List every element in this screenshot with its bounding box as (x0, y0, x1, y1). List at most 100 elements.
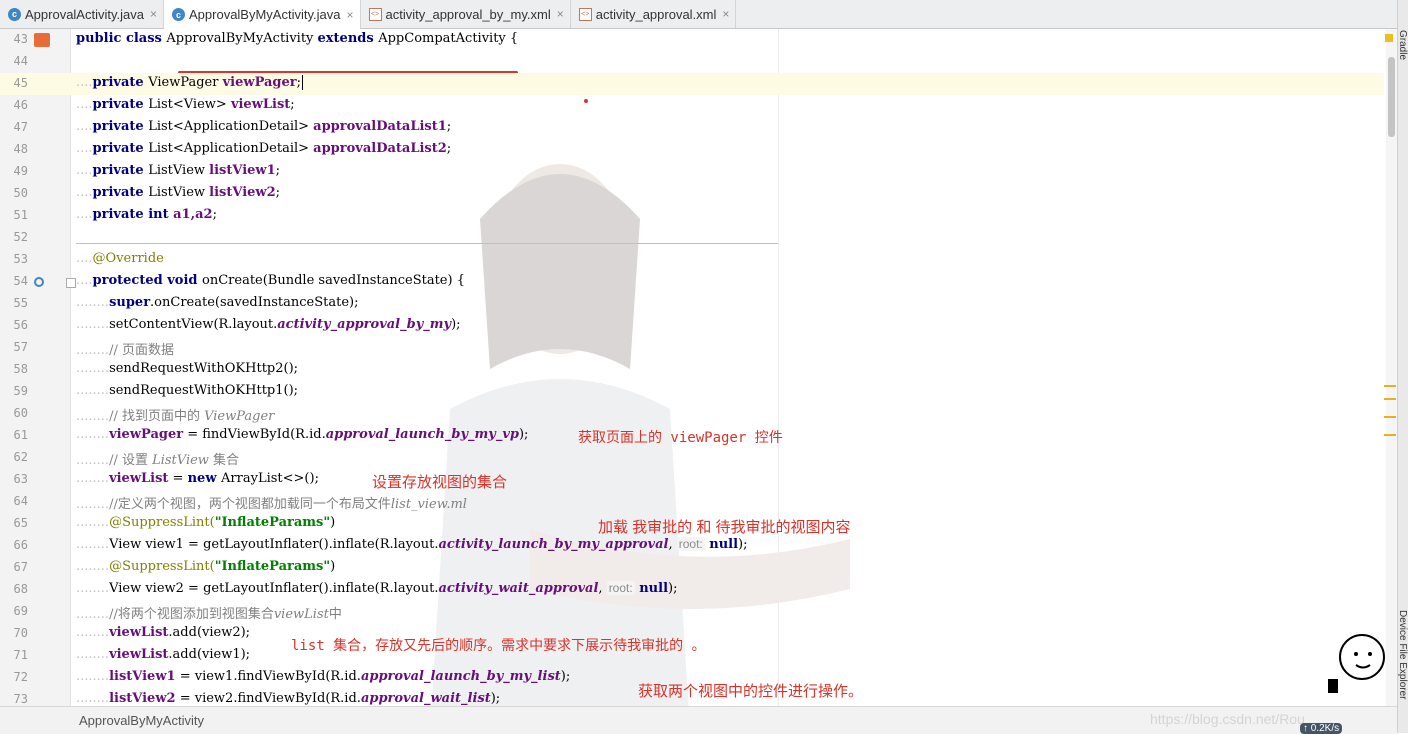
override-gutter-icon[interactable] (34, 277, 44, 287)
editor-tab-bar: c ApprovalActivity.java × c ApprovalByMy… (0, 0, 1398, 29)
code-text: ........@SuppressLint("InflateParams") (76, 559, 336, 574)
line-number: 54 (13, 274, 28, 288)
line-number: 55 (13, 296, 28, 310)
code-line: 50 ....private ListView listView2; (0, 183, 1384, 205)
code-line: 63 ........viewList = new ArrayList<>(); (0, 469, 1384, 491)
code-text: ....private List<View> viewList; (76, 97, 295, 112)
fold-arrow-icon[interactable] (66, 278, 76, 288)
code-text: ....private ListView listView1; (76, 163, 281, 178)
tab-activity-approval-xml[interactable]: <> activity_approval.xml × (571, 0, 737, 28)
code-line: 53 ....@Override (0, 249, 1384, 271)
line-number: 70 (13, 626, 28, 640)
code-text: ........viewList = new ArrayList<>(); (76, 471, 319, 486)
code-text: ........@SuppressLint("InflateParams") (76, 515, 336, 530)
code-line: 60 ........// 找到页面中的 ViewPager (0, 403, 1384, 425)
code-text: ........setContentView(R.layout.activity… (76, 317, 461, 332)
scrollbar-thumb[interactable] (1388, 57, 1395, 137)
line-number: 67 (13, 560, 28, 574)
class-icon: c (172, 8, 185, 21)
parameter-hint: root: (676, 537, 705, 551)
line-number: 43 (13, 32, 28, 46)
code-line: 52 (0, 227, 1384, 249)
line-number: 48 (13, 142, 28, 156)
class-icon: c (8, 7, 21, 21)
red-dot-mark (584, 99, 588, 103)
code-text: ........sendRequestWithOKHttp1(); (76, 383, 299, 398)
code-text: ........viewList.add(view2); (76, 625, 251, 640)
code-text: ....protected void onCreate(Bundle saved… (76, 273, 465, 288)
tab-approval-activity[interactable]: c ApprovalActivity.java × (0, 0, 164, 28)
line-number: 71 (13, 648, 28, 662)
code-text: ........sendRequestWithOKHttp2(); (76, 361, 299, 376)
line-number: 60 (13, 406, 28, 420)
code-text: ....private ListView listView2; (76, 185, 281, 200)
code-line: 67 ........@SuppressLint("InflateParams"… (0, 557, 1384, 579)
code-line: 43 public class ApprovalByMyActivity ext… (0, 29, 1384, 51)
code-text: ........View view2 = getLayoutInflater()… (76, 581, 678, 596)
scroll-marker[interactable] (1384, 434, 1396, 436)
scroll-marker[interactable] (1384, 385, 1396, 387)
gradle-panel-button[interactable]: Gradle (1397, 30, 1408, 60)
code-editor[interactable]: 43 public class ApprovalByMyActivity ext… (0, 29, 1397, 706)
scroll-marker[interactable] (1384, 416, 1396, 418)
editor-breadcrumb-bar: ApprovalByMyActivity https://blog.csdn.n… (0, 706, 1397, 734)
code-line: 51 ....private int a1,a2; (0, 205, 1384, 227)
device-file-explorer-button[interactable]: Device File Explorer (1397, 610, 1408, 699)
line-number: 61 (13, 428, 28, 442)
annotation-get-controls: 获取两个视图中的控件进行操作。 (638, 683, 864, 700)
right-tool-stripe: Gradle Device File Explorer (1397, 0, 1408, 733)
line-number: 69 (13, 604, 28, 618)
tab-label: activity_approval.xml (595, 6, 717, 22)
line-number: 46 (13, 98, 28, 112)
tab-label: ApprovalByMyActivity.java (189, 7, 341, 22)
tab-label: ApprovalActivity.java (25, 6, 144, 22)
tab-activity-approval-by-my-xml[interactable]: <> activity_approval_by_my.xml × (361, 0, 571, 28)
annotation-list-order: list 集合，存放又先后的顺序。需求中要求下展示待我审批的 。 (291, 638, 706, 654)
code-line: 46 ....private List<View> viewList; (0, 95, 1384, 117)
code-text: ........listView2 = view2.findViewById(R… (76, 691, 501, 706)
xml-icon: <> (368, 7, 382, 21)
line-number: 56 (13, 318, 28, 332)
line-number: 47 (13, 120, 28, 134)
code-line: 58 ........sendRequestWithOKHttp2(); (0, 359, 1384, 381)
code-text: ....@Override (76, 251, 164, 266)
inspection-status-icon[interactable] (1385, 34, 1393, 42)
close-icon[interactable]: × (346, 8, 353, 22)
watermark-text: https://blog.csdn.net/Rou (1150, 711, 1305, 727)
line-number: 73 (13, 692, 28, 706)
code-text: ........// 找到页面中的 ViewPager (76, 409, 275, 424)
line-number: 65 (13, 516, 28, 530)
code-line: 59 ........sendRequestWithOKHttp1(); (0, 381, 1384, 403)
line-number: 57 (13, 340, 28, 354)
tab-label: activity_approval_by_my.xml (385, 6, 551, 22)
code-text: ........super.onCreate(savedInstanceStat… (76, 295, 359, 310)
code-line: 48 ....private List<ApplicationDetail> a… (0, 139, 1384, 161)
vertical-scrollbar[interactable] (1386, 29, 1397, 706)
line-number: 53 (13, 252, 28, 266)
line-number: 44 (13, 54, 28, 68)
code-text: ........listView1 = view1.findViewById(R… (76, 669, 571, 684)
code-line: 57 ........// 页面数据 (0, 337, 1384, 359)
code-line: 54 ....protected void onCreate(Bundle sa… (0, 271, 1384, 293)
breadcrumb[interactable]: ApprovalByMyActivity (79, 713, 204, 728)
code-line: 64 ........//定义两个视图，两个视图都加载同一个布局文件list_v… (0, 491, 1384, 513)
close-icon[interactable]: × (722, 7, 729, 21)
code-line: 68 ........View view2 = getLayoutInflate… (0, 579, 1384, 601)
code-line-current: 45 ....private ViewPager viewPager; (0, 73, 1384, 95)
code-line: 56 ........setContentView(R.layout.activ… (0, 315, 1384, 337)
xml-icon: <> (578, 7, 592, 21)
code-text: ....private List<ApplicationDetail> appr… (76, 141, 452, 156)
line-number: 58 (13, 362, 28, 376)
scroll-marker[interactable] (1384, 398, 1396, 400)
code-text: ....private int a1,a2; (76, 207, 217, 222)
annotation-view-collection: 设置存放视图的集合 (372, 474, 508, 491)
cartoon-face-sticker (1328, 634, 1385, 693)
close-icon[interactable]: × (150, 7, 157, 21)
class-gutter-icon (34, 33, 50, 47)
code-text: ........//将两个视图添加到视图集合viewList中 (76, 607, 342, 622)
tab-approval-by-my-activity[interactable]: c ApprovalByMyActivity.java × (164, 0, 361, 29)
line-number: 45 (13, 76, 28, 90)
line-number: 50 (13, 186, 28, 200)
close-icon[interactable]: × (557, 7, 564, 21)
code-text: ........// 页面数据 (76, 343, 174, 358)
